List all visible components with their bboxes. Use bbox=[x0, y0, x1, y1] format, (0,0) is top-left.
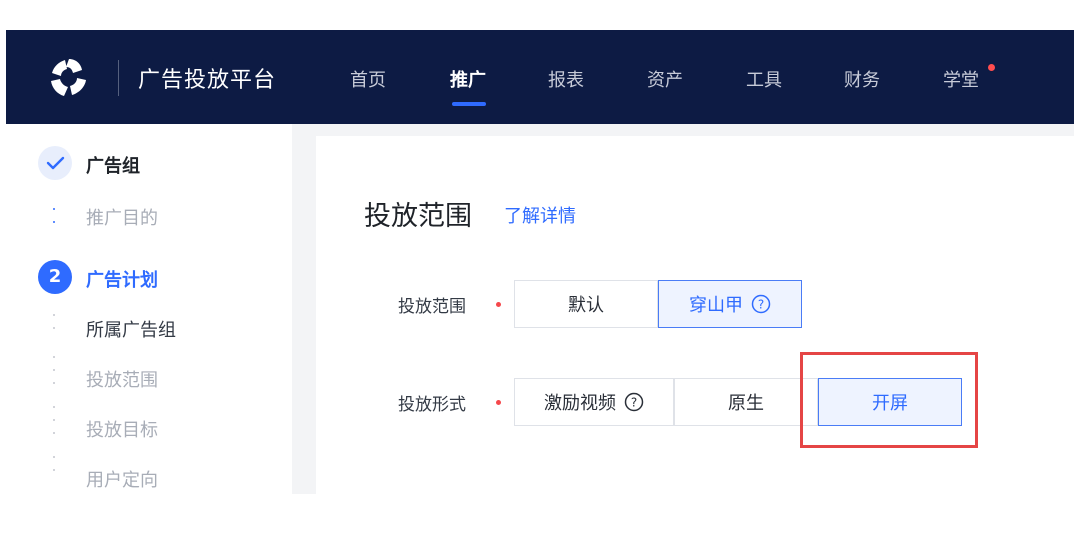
nav-item-assets[interactable]: 资产 bbox=[647, 66, 683, 92]
annotation-highlight-box bbox=[800, 352, 978, 448]
nav-item-finance[interactable]: 财务 bbox=[844, 66, 880, 92]
help-icon[interactable]: ? bbox=[624, 392, 644, 412]
substep-delivery-scope[interactable]: 投放范围 bbox=[86, 366, 158, 392]
step-done-indicator bbox=[38, 146, 72, 180]
option-rewarded-video[interactable]: 激励视频 ? bbox=[514, 378, 674, 426]
step-sidebar: 广告组 推广目的 2 广告计划 所属广告组 投放范围 投放目标 用户定向 bbox=[6, 124, 292, 494]
substep-delivery-target[interactable]: 投放目标 bbox=[86, 416, 158, 442]
field-label-delivery-format: 投放形式 bbox=[398, 395, 466, 415]
step-connector bbox=[53, 208, 56, 234]
app-title: 广告投放平台 bbox=[138, 68, 277, 93]
help-icon[interactable]: ? bbox=[751, 294, 771, 314]
learn-more-link[interactable]: 了解详情 bbox=[504, 202, 576, 228]
nav-item-tools[interactable]: 工具 bbox=[746, 66, 782, 92]
step-connector bbox=[53, 456, 56, 482]
required-marker bbox=[496, 302, 501, 307]
section-title: 投放范围 bbox=[364, 201, 472, 232]
option-label: 默认 bbox=[568, 295, 604, 316]
app-window: 广告投放平台 首页 推广 报表 资产 工具 财务 学堂 广告组 推广目的 2 广… bbox=[6, 30, 1074, 494]
step-ad-group[interactable]: 广告组 bbox=[86, 152, 140, 178]
logo-divider bbox=[118, 60, 119, 96]
option-label: 激励视频 bbox=[544, 393, 616, 414]
option-label: 穿山甲 bbox=[689, 295, 743, 316]
option-default[interactable]: 默认 bbox=[514, 280, 658, 328]
substep-user-targeting[interactable]: 用户定向 bbox=[86, 466, 158, 492]
notification-dot bbox=[988, 64, 995, 71]
step-ad-plan[interactable]: 广告计划 bbox=[86, 266, 158, 292]
option-native[interactable]: 原生 bbox=[674, 378, 818, 426]
option-label: 原生 bbox=[728, 393, 764, 414]
option-pangle[interactable]: 穿山甲 ? bbox=[658, 280, 802, 328]
logo-icon bbox=[51, 59, 86, 96]
step-connector bbox=[53, 406, 56, 445]
svg-text:?: ? bbox=[758, 298, 764, 312]
required-marker bbox=[496, 400, 501, 405]
nav-item-promotion[interactable]: 推广 bbox=[450, 66, 486, 92]
nav-item-home[interactable]: 首页 bbox=[350, 66, 386, 92]
check-icon bbox=[46, 156, 65, 170]
main-panel: 投放范围 了解详情 投放范围 默认 穿山甲 ? 投放形式 激励视频 ? 原生 开… bbox=[316, 136, 1074, 494]
step-connector bbox=[53, 356, 56, 395]
nav-item-academy[interactable]: 学堂 bbox=[943, 66, 979, 92]
substep-promotion-goal[interactable]: 推广目的 bbox=[86, 204, 158, 230]
svg-text:?: ? bbox=[631, 396, 637, 410]
top-nav-bar: 广告投放平台 首页 推广 报表 资产 工具 财务 学堂 bbox=[6, 30, 1074, 124]
nav-active-indicator bbox=[452, 102, 486, 106]
nav-item-reports[interactable]: 报表 bbox=[548, 66, 584, 92]
substep-parent-ad-group[interactable]: 所属广告组 bbox=[86, 316, 176, 342]
field-label-delivery-scope: 投放范围 bbox=[398, 297, 466, 317]
step-connector bbox=[53, 314, 56, 340]
step-number-badge: 2 bbox=[38, 260, 72, 294]
